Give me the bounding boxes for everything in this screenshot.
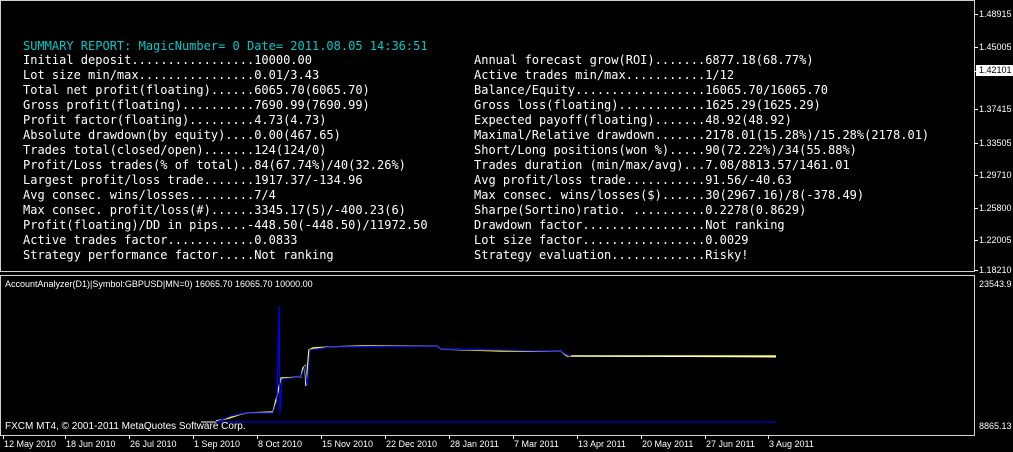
report-left-line: Largest profit/loss trade.......1917.37/…: [23, 173, 363, 187]
time-scale[interactable]: 12 May 2010 18 Jun 2010 26 Jul 2010 1 Sep 2…: [0, 436, 1013, 452]
price-label: 1.18210: [979, 265, 1012, 275]
time-label: 7 Mar 2011: [514, 439, 559, 449]
current-price-marker: 1.42101: [976, 65, 1013, 76]
report-left-line: Absolute drawdown(by equity)....0.00(467…: [23, 128, 341, 142]
report-left-line: Profit/Loss trades(% of total)..84(67.74…: [23, 158, 406, 172]
equity-curve-plot: [201, 305, 777, 423]
report-right-line: Annual forecast grow(ROI).......6877.18(…: [474, 53, 814, 67]
report-right-line: Lot size factor.................0.0029: [474, 233, 749, 247]
price-label: 1.29710: [979, 170, 1012, 180]
time-label: 27 Jun 2011: [706, 439, 755, 449]
price-label: 1.22005: [979, 235, 1012, 245]
report-right-line: Expected payoff(floating).......48.92(48…: [474, 113, 792, 127]
price-tick: [974, 71, 978, 72]
report-right-line: Max consec. wins/losses($)......30(2967.…: [474, 188, 865, 202]
report-left-line: Initial deposit.................10000.00: [23, 53, 312, 67]
report-left-line: Lot size min/max................0.01/3.4…: [23, 68, 320, 82]
report-left-line: Max consec. profit/loss(#)......3345.17(…: [23, 203, 406, 217]
price-label: 1.33505: [979, 138, 1012, 148]
price-tick: [974, 240, 978, 241]
balance-line: [215, 305, 572, 423]
report-left-line: Profit factor(floating).........4.73(4.7…: [23, 113, 327, 127]
indicator-scale-min: 8865.13: [979, 421, 1012, 431]
report-left-line: Avg consec. wins/losses.........7/4: [23, 188, 276, 202]
price-scale[interactable]: 1.48915 1.45005 1.42101 1.37415 1.33505 1.297…: [974, 0, 1013, 436]
report-title: SUMMARY REPORT: MagicNumber= 0 Date= 201…: [23, 39, 428, 53]
time-label: 13 Apr 2011: [578, 439, 626, 449]
copyright-text: FXCM MT4, © 2001-2011 MetaQuotes Softwar…: [5, 421, 246, 432]
indicator-scale-max: 23543.9: [979, 279, 1012, 289]
price-tick: [974, 143, 978, 144]
price-tick: [974, 175, 978, 176]
time-label: 22 Dec 2010: [386, 439, 438, 449]
time-label: 8 Oct 2010: [258, 439, 303, 449]
time-label: 12 May 2010: [4, 439, 57, 449]
indicator-subwindow[interactable]: AccountAnalyzer(D1)|Symbol:GBPUSD|MN=0) …: [0, 275, 975, 436]
equity-line: [215, 345, 776, 422]
report-right-line: Sharpe(Sortino)ratio. ..........0.2278(0…: [474, 203, 807, 217]
time-label: 1 Sep 2010: [194, 439, 241, 449]
report-left-line: Trades total(closed/open).......124(124/…: [23, 143, 327, 157]
report-right-line: Gross loss(floating)............1625.29(…: [474, 98, 821, 112]
report-right-line: Short/Long positions(won %).....90(72.22…: [474, 143, 857, 157]
report-right-line: Balance/Equity..................16065.70…: [474, 83, 829, 97]
price-tick: [974, 109, 978, 110]
price-tick: [974, 208, 978, 209]
price-label: 1.45005: [979, 42, 1012, 52]
report-left-line: Strategy performance factor.....Not rank…: [23, 248, 334, 262]
time-label: 20 May 2011: [642, 439, 694, 449]
report-left-line: Gross profit(floating)..........7690.99(…: [23, 98, 370, 112]
time-label: 28 Jan 2011: [450, 439, 499, 449]
time-label: 26 Jul 2010: [130, 439, 177, 449]
time-label: 18 Jun 2010: [66, 439, 116, 449]
report-right-line: Strategy evaluation.............Risky!: [474, 248, 749, 262]
main-chart-window[interactable]: SUMMARY REPORT: MagicNumber= 0 Date= 201…: [0, 0, 975, 272]
price-label: 1.48915: [979, 9, 1012, 19]
price-label: 1.37415: [979, 104, 1012, 114]
time-label: 3 Aug 2011: [769, 439, 814, 449]
report-right-line: Active trades min/max...........1/12: [474, 68, 735, 82]
report-right-line: Maximal/Relative drawdown.......2178.01(…: [474, 128, 930, 142]
report-right-line: Avg profit/loss trade...........91.56/-4…: [474, 173, 792, 187]
report-right-line: Trades duration (min/max/avg)...7.08/881…: [474, 158, 850, 172]
price-tick: [974, 47, 978, 48]
report-left-line: Total net profit(floating)......6065.70(…: [23, 83, 370, 97]
report-right-line: Drawdown factor.................Not rank…: [474, 218, 785, 232]
price-tick: [974, 270, 978, 271]
price-label: 1.25800: [979, 203, 1012, 213]
report-left-line: Profit(floating)/DD in pips....-448.50(-…: [23, 218, 428, 232]
price-tick: [974, 14, 978, 15]
time-label: 15 Nov 2010: [322, 439, 374, 449]
report-left-line: Active trades factor............0.0833: [23, 233, 298, 247]
